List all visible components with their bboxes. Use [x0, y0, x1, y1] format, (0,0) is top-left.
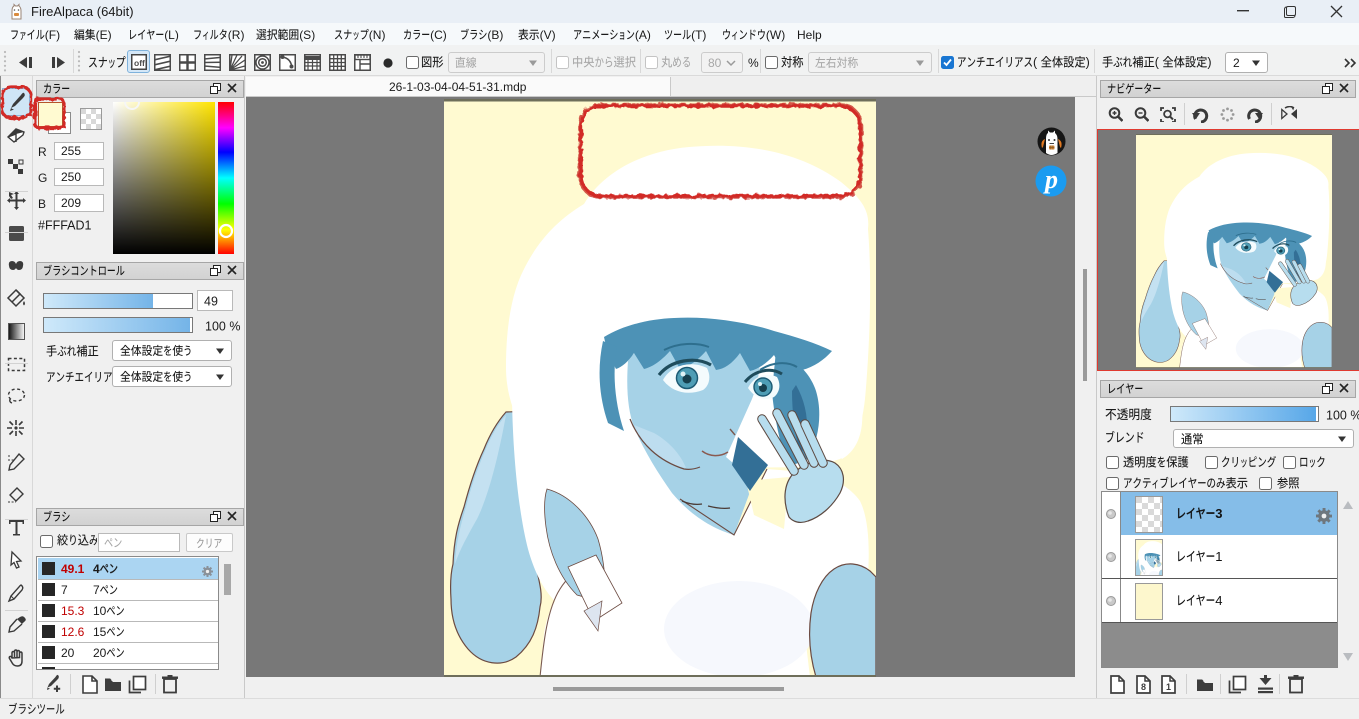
svg-text:20: 20 [61, 646, 75, 660]
svg-text:26-1-03-04-04-51-31.mdp: 26-1-03-04-04-51-31.mdp [389, 80, 527, 94]
svg-text:(R): (R) [228, 27, 245, 41]
svg-text:15.3: 15.3 [61, 604, 85, 618]
svg-text:100 %: 100 % [205, 319, 240, 333]
svg-text:100 %: 100 % [1326, 408, 1359, 422]
svg-text:(B): (B) [487, 27, 503, 41]
svg-text:off: off [134, 58, 145, 68]
svg-text:(C): (C) [430, 27, 447, 41]
svg-text:12.6: 12.6 [61, 625, 85, 639]
svg-text:20: 20 [93, 646, 107, 660]
svg-text:(V): (V) [540, 27, 556, 41]
svg-text:%: % [748, 55, 759, 69]
svg-text:(W): (W) [766, 27, 785, 41]
svg-text:209: 209 [61, 196, 81, 210]
svg-text:R: R [38, 145, 47, 159]
svg-text:Help: Help [797, 27, 822, 41]
svg-text:49.1: 49.1 [61, 562, 85, 576]
svg-text:G: G [38, 171, 47, 185]
svg-text:7: 7 [93, 583, 100, 597]
svg-text:B: B [38, 197, 46, 211]
svg-text:50: 50 [61, 667, 75, 670]
svg-text:(S): (S) [299, 27, 315, 41]
svg-text:3: 3 [1215, 506, 1222, 521]
svg-text:(N): (N) [369, 27, 386, 41]
svg-text:8: 8 [1141, 682, 1146, 692]
svg-text:49: 49 [204, 294, 218, 308]
svg-text:p: p [1043, 165, 1058, 194]
svg-text:4: 4 [93, 562, 100, 576]
svg-text:4: 4 [1215, 593, 1222, 608]
svg-text:2: 2 [1233, 56, 1240, 70]
svg-text:(: ( [1155, 56, 1160, 70]
svg-text:10: 10 [93, 604, 107, 618]
svg-text:(F): (F) [45, 27, 60, 41]
svg-text:FireAlpaca (64bit): FireAlpaca (64bit) [31, 4, 134, 19]
svg-text:15: 15 [93, 625, 107, 639]
svg-text:255: 255 [61, 144, 81, 158]
svg-text:1: 1 [1166, 682, 1171, 692]
svg-text:(A): (A) [635, 27, 651, 41]
svg-text:#FFFAD1: #FFFAD1 [38, 218, 92, 232]
svg-text:1: 1 [1215, 549, 1222, 564]
svg-text:7: 7 [61, 583, 68, 597]
svg-text:(T): (T) [691, 27, 706, 41]
svg-text:(L): (L) [164, 27, 179, 41]
svg-text:250: 250 [61, 170, 81, 184]
svg-text:(: ( [1033, 56, 1038, 70]
svg-text:80: 80 [708, 56, 722, 70]
svg-text:): ) [1207, 56, 1211, 70]
svg-text:): ) [1086, 56, 1090, 70]
svg-text:50: 50 [93, 667, 107, 670]
svg-text:(E): (E) [96, 27, 112, 41]
